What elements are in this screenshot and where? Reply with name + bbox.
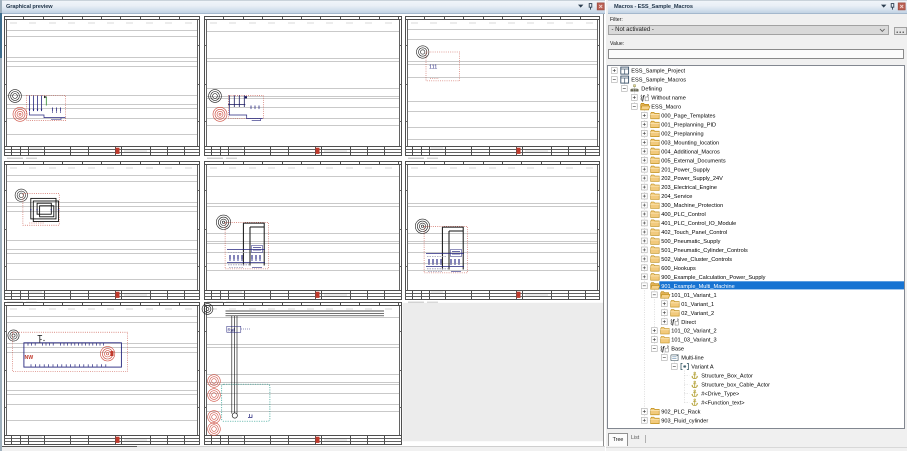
svg-text:903_Fluid_cylinder: 903_Fluid_cylinder: [661, 418, 708, 424]
svg-text:402_Touch_Panel_Control: 402_Touch_Panel_Control: [661, 230, 727, 236]
svg-text:f: f: [672, 318, 675, 326]
svg-text:902_PLC_Rack: 902_PLC_Rack: [661, 409, 700, 415]
svg-text:001_Preplanning_PID: 001_Preplanning_PID: [661, 122, 716, 128]
svg-text:401_PLC_Control_IO_Module: 401_PLC_Control_IO_Module: [661, 221, 736, 227]
svg-text:Structure_box_Cable_Actor: Structure_box_Cable_Actor: [701, 382, 770, 388]
svg-text:101_03_Variant_3: 101_03_Variant_3: [671, 337, 716, 343]
svg-text:901_Example_Multi_Machine: 901_Example_Multi_Machine: [661, 283, 734, 289]
svg-text:ESS_Sample_Macros: ESS_Sample_Macros: [631, 77, 686, 83]
svg-text:111: 111: [429, 65, 437, 71]
svg-text:#<Function_text>: #<Function_text>: [701, 400, 744, 406]
svg-text:201_Power_Supply: 201_Power_Supply: [661, 167, 710, 173]
svg-text:NW: NW: [25, 355, 34, 361]
svg-text:900_Example_Calculation_Power_: 900_Example_Calculation_Power_Supply: [661, 274, 765, 280]
svg-text:204_Service: 204_Service: [661, 194, 692, 200]
svg-text:004_Additional_Macros: 004_Additional_Macros: [661, 149, 720, 155]
svg-text:203_Electrical_Engine: 203_Electrical_Engine: [661, 185, 717, 191]
svg-text:002_Preplanning: 002_Preplanning: [661, 131, 703, 137]
svg-text:003_Mounting_location: 003_Mounting_location: [661, 140, 719, 146]
svg-text:Without name: Without name: [651, 95, 686, 101]
svg-text:f: f: [662, 345, 665, 353]
svg-text:300_Machine_Protection: 300_Machine_Protection: [661, 203, 723, 209]
svg-text:#<Drive_Type>: #<Drive_Type>: [701, 391, 739, 397]
svg-text:400_PLC_Control: 400_PLC_Control: [661, 212, 705, 218]
svg-text:Multi-line: Multi-line: [681, 355, 703, 361]
svg-text:500_Pneumatic_Supply: 500_Pneumatic_Supply: [661, 239, 720, 245]
svg-text:Base: Base: [671, 346, 684, 352]
svg-text:202_Power_Supply_24V: 202_Power_Supply_24V: [661, 176, 723, 182]
svg-text:101_01_Variant_1: 101_01_Variant_1: [671, 292, 716, 298]
svg-text:Direct: Direct: [681, 319, 696, 325]
svg-text:000_Page_Templates: 000_Page_Templates: [661, 113, 715, 119]
svg-text:005_External_Documents: 005_External_Documents: [661, 158, 726, 164]
svg-text:502_Valve_Cluster_Controls: 502_Valve_Cluster_Controls: [661, 257, 732, 263]
svg-text:02_Variant_2: 02_Variant_2: [681, 310, 714, 316]
svg-text:Rail: Rail: [228, 327, 236, 332]
svg-text:Variant A: Variant A: [691, 364, 714, 370]
svg-text:101_02_Variant_2: 101_02_Variant_2: [671, 328, 716, 334]
svg-text:Structure_Box_Actor: Structure_Box_Actor: [701, 373, 753, 379]
svg-text:f: f: [642, 93, 645, 101]
svg-text:501_Pneumatic_Cylinder_Control: 501_Pneumatic_Cylinder_Controls: [661, 248, 748, 254]
svg-text:600_Hookups: 600_Hookups: [661, 265, 696, 271]
svg-text:01_Variant_1: 01_Variant_1: [681, 301, 714, 307]
svg-text:Defining: Defining: [641, 86, 662, 92]
svg-text:ESS_Macro: ESS_Macro: [651, 104, 681, 110]
svg-text:ESS_Sample_Project: ESS_Sample_Project: [631, 68, 685, 74]
